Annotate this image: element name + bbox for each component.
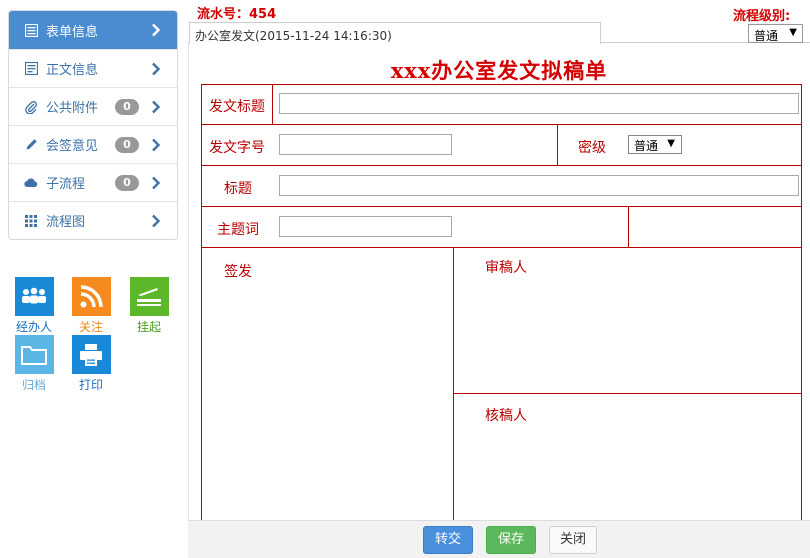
print-button[interactable]: 打印 xyxy=(69,335,113,393)
cloud-icon xyxy=(24,176,38,190)
grid-line xyxy=(201,124,802,125)
nav-item-subprocess[interactable]: 子流程 0 xyxy=(9,163,177,201)
chevron-right-icon xyxy=(151,100,163,114)
grid-line xyxy=(801,84,802,520)
chevron-right-icon xyxy=(151,176,163,190)
grid-line xyxy=(201,165,802,166)
grid-line xyxy=(453,247,454,520)
nav-item-countersign[interactable]: 会签意见 0 xyxy=(9,125,177,163)
chevron-right-icon xyxy=(151,23,163,37)
count-badge: 0 xyxy=(115,99,139,115)
grid-line xyxy=(201,247,802,248)
chevron-right-icon xyxy=(151,62,163,76)
paperclip-icon xyxy=(24,100,38,114)
checker-label: 核稿人 xyxy=(485,408,527,424)
tab-label: 办公室发文(2015-11-24 14:16:30) xyxy=(195,29,392,43)
flow-level-label: 流程级别: xyxy=(733,9,791,24)
app-root: 表单信息 正文信息 公共附件 0 会签意见 0 子流程 0 流程图 经办人 关注… xyxy=(0,0,810,558)
count-badge: 0 xyxy=(115,137,139,153)
serial-number: 流水号：454 xyxy=(197,7,277,22)
grid-line xyxy=(201,84,802,85)
people-icon xyxy=(14,277,54,316)
document-icon xyxy=(24,62,38,76)
nav-item-label: 公共附件 xyxy=(46,101,99,116)
title-label: 标题 xyxy=(224,181,252,197)
select-value: 普通 xyxy=(634,139,659,153)
grid-line xyxy=(201,206,802,207)
grid-line xyxy=(272,84,273,124)
nav-item-label: 流程图 xyxy=(46,215,86,230)
tool-label: 挂起 xyxy=(136,320,161,334)
nav-item-label: 表单信息 xyxy=(46,24,99,40)
list-icon xyxy=(24,23,38,37)
grid-line xyxy=(628,206,629,247)
nav-item-flowchart[interactable]: 流程图 xyxy=(9,201,177,239)
nav-item-body-info[interactable]: 正文信息 xyxy=(9,49,177,87)
rss-icon xyxy=(71,277,111,316)
tool-label: 打印 xyxy=(78,378,103,392)
pencil-icon xyxy=(24,138,38,152)
form-title: xxx办公室发文拟稿单 xyxy=(390,58,608,83)
nav-item-label: 子流程 xyxy=(46,177,86,192)
tool-label: 关注 xyxy=(78,320,103,334)
tool-label: 归档 xyxy=(21,378,46,392)
count-badge: 0 xyxy=(115,175,139,191)
sign-label: 签发 xyxy=(224,264,252,280)
nav-item-label: 会签意见 xyxy=(46,139,99,154)
archive-button[interactable]: 归档 xyxy=(12,335,56,393)
flow-level-select[interactable]: 普通 ▼ xyxy=(748,24,803,43)
nav-item-attachments[interactable]: 公共附件 0 xyxy=(9,87,177,125)
follow-button[interactable]: 关注 xyxy=(69,277,113,335)
tab-office-dispatch[interactable]: 办公室发文(2015-11-24 14:16:30) xyxy=(189,22,601,44)
printer-icon xyxy=(71,335,111,374)
suspend-button[interactable]: 挂起 xyxy=(127,277,171,335)
close-button[interactable]: 关闭 xyxy=(549,526,597,554)
grid-line xyxy=(201,84,202,520)
transfer-button[interactable]: 转交 xyxy=(423,526,473,554)
dropdown-arrow-icon: ▼ xyxy=(667,138,675,149)
folder-icon xyxy=(14,335,54,374)
scanner-icon xyxy=(129,277,169,316)
secret-level-select[interactable]: 普通 ▼ xyxy=(628,135,682,154)
chevron-right-icon xyxy=(151,138,163,152)
doc-number-input[interactable] xyxy=(279,134,452,155)
secret-level-label: 密级 xyxy=(578,140,606,156)
grid-line xyxy=(557,124,558,165)
title-input[interactable] xyxy=(279,175,799,196)
grid-line xyxy=(454,393,802,394)
save-button[interactable]: 保存 xyxy=(486,526,536,554)
tool-label: 经办人 xyxy=(15,320,52,334)
chevron-right-icon xyxy=(151,214,163,228)
dropdown-arrow-icon: ▼ xyxy=(789,27,797,38)
reviewer-label: 审稿人 xyxy=(485,260,527,276)
doc-title-input[interactable] xyxy=(279,93,799,114)
nav-item-label: 正文信息 xyxy=(46,63,99,78)
nav-item-form-info[interactable]: 表单信息 xyxy=(9,11,177,49)
keywords-input[interactable] xyxy=(279,216,452,237)
doc-title-label: 发文标题 xyxy=(209,99,265,115)
grid-icon xyxy=(24,214,38,228)
side-nav: 表单信息 正文信息 公共附件 0 会签意见 0 子流程 0 流程图 xyxy=(8,10,178,240)
doc-number-label: 发文字号 xyxy=(209,140,265,156)
handler-button[interactable]: 经办人 xyxy=(12,277,56,335)
select-value: 普通 xyxy=(754,29,779,43)
keywords-label: 主题词 xyxy=(217,222,259,238)
